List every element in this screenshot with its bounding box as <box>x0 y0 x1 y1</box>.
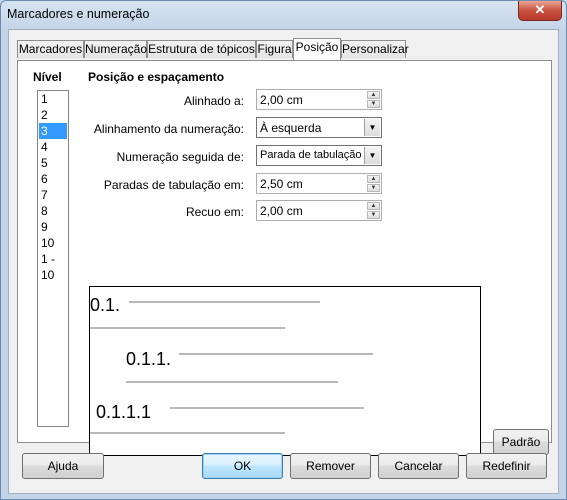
spin-up-icon[interactable]: ▲ <box>367 91 380 99</box>
reset-button[interactable]: Redefinir <box>466 453 547 479</box>
level-heading: Nível <box>33 70 62 84</box>
position-spacing-heading: Posição e espaçamento <box>88 70 225 84</box>
position-tab-panel: Nível 1 2 3 4 5 6 7 8 9 10 1 - 10 Posiçã… <box>17 60 552 456</box>
tab-posicao[interactable]: Posição <box>293 38 341 60</box>
level-item-2[interactable]: 2 <box>39 107 67 123</box>
tab-numeracao[interactable]: Numeração <box>84 40 147 58</box>
level-item-3[interactable]: 3 <box>39 123 67 139</box>
tab-personalizar[interactable]: Personalizar <box>341 40 409 58</box>
dialog-client-area: Marcadores Numeração Estrutura de tópico… <box>8 29 559 494</box>
default-button[interactable]: Padrão <box>493 429 549 455</box>
level-item-4[interactable]: 4 <box>39 139 67 155</box>
tab-stop-at-spinbox[interactable]: 2,50 cm ▲ ▼ <box>256 173 382 194</box>
numbering-alignment-select[interactable]: À esquerda ▼ <box>256 117 382 138</box>
tab-marcadores[interactable]: Marcadores <box>17 40 84 58</box>
numbering-followed-by-select[interactable]: Parada de tabulação ▼ <box>256 145 382 166</box>
preview-line <box>179 353 373 355</box>
preview-number-level-3: 0.1.1.1 <box>96 402 152 422</box>
tab-stop-at-value: 2,50 cm <box>260 177 303 191</box>
level-item-10[interactable]: 10 <box>39 235 67 251</box>
numbering-alignment-value: À esquerda <box>260 121 322 135</box>
spin-down-icon[interactable]: ▼ <box>367 211 380 219</box>
numbering-followed-by-label: Numeração seguida de: <box>116 150 244 164</box>
level-item-5[interactable]: 5 <box>39 155 67 171</box>
preview-line <box>90 432 285 434</box>
dialog-title: Marcadores e numeração <box>7 7 150 21</box>
indent-at-value: 2,00 cm <box>260 204 303 218</box>
tab-stop-at-label: Paradas de tabulação em: <box>103 178 244 192</box>
level-item-1[interactable]: 1 <box>39 91 67 107</box>
chevron-down-icon[interactable]: ▼ <box>364 147 380 164</box>
level-item-all[interactable]: 1 - 10 <box>39 251 69 282</box>
remove-button[interactable]: Remover <box>290 453 371 479</box>
chevron-down-icon[interactable]: ▼ <box>364 119 380 136</box>
close-button[interactable]: ✕ <box>518 1 562 21</box>
level-item-8[interactable]: 8 <box>39 203 67 219</box>
preview-line <box>126 381 338 383</box>
level-item-7[interactable]: 7 <box>39 187 67 203</box>
title-bar[interactable]: Marcadores e numeração ✕ <box>1 1 566 29</box>
tab-figura[interactable]: Figura <box>256 40 293 58</box>
aligned-at-spinbox[interactable]: 2,00 cm ▲ ▼ <box>256 89 382 110</box>
spin-up-icon[interactable]: ▲ <box>367 202 380 210</box>
numbering-preview: 0.1. 0.1.1. 0.1.1.1 <box>89 286 481 456</box>
level-item-6[interactable]: 6 <box>39 171 67 187</box>
close-icon: ✕ <box>534 2 546 17</box>
indent-at-spinbox[interactable]: 2,00 cm ▲ ▼ <box>256 200 382 221</box>
preview-line <box>129 301 320 303</box>
help-button[interactable]: Ajuda <box>22 453 104 479</box>
spin-down-icon[interactable]: ▼ <box>367 184 380 192</box>
preview-line <box>170 407 364 409</box>
preview-line <box>90 327 285 329</box>
cancel-button[interactable]: Cancelar <box>378 453 459 479</box>
numbering-followed-by-value: Parada de tabulação <box>260 149 362 161</box>
level-listbox[interactable]: 1 2 3 4 5 6 7 8 9 10 1 - 10 <box>37 90 69 427</box>
preview-number-level-2: 0.1.1. <box>126 349 172 369</box>
spin-up-icon[interactable]: ▲ <box>367 175 380 183</box>
numbering-alignment-label: Alinhamento da numeração: <box>93 122 244 136</box>
preview-number-level-1: 0.1. <box>90 295 121 315</box>
spin-down-icon[interactable]: ▼ <box>367 100 380 108</box>
tab-estrutura-de-topicos[interactable]: Estrutura de tópicos <box>147 40 256 58</box>
dialog-window: Marcadores e numeração ✕ Marcadores Nume… <box>0 0 567 500</box>
aligned-at-label: Alinhado a: <box>183 94 244 108</box>
level-item-9[interactable]: 9 <box>39 219 67 235</box>
ok-button[interactable]: OK <box>202 453 283 479</box>
aligned-at-value: 2,00 cm <box>260 93 303 107</box>
indent-at-label: Recuo em: <box>185 205 244 219</box>
